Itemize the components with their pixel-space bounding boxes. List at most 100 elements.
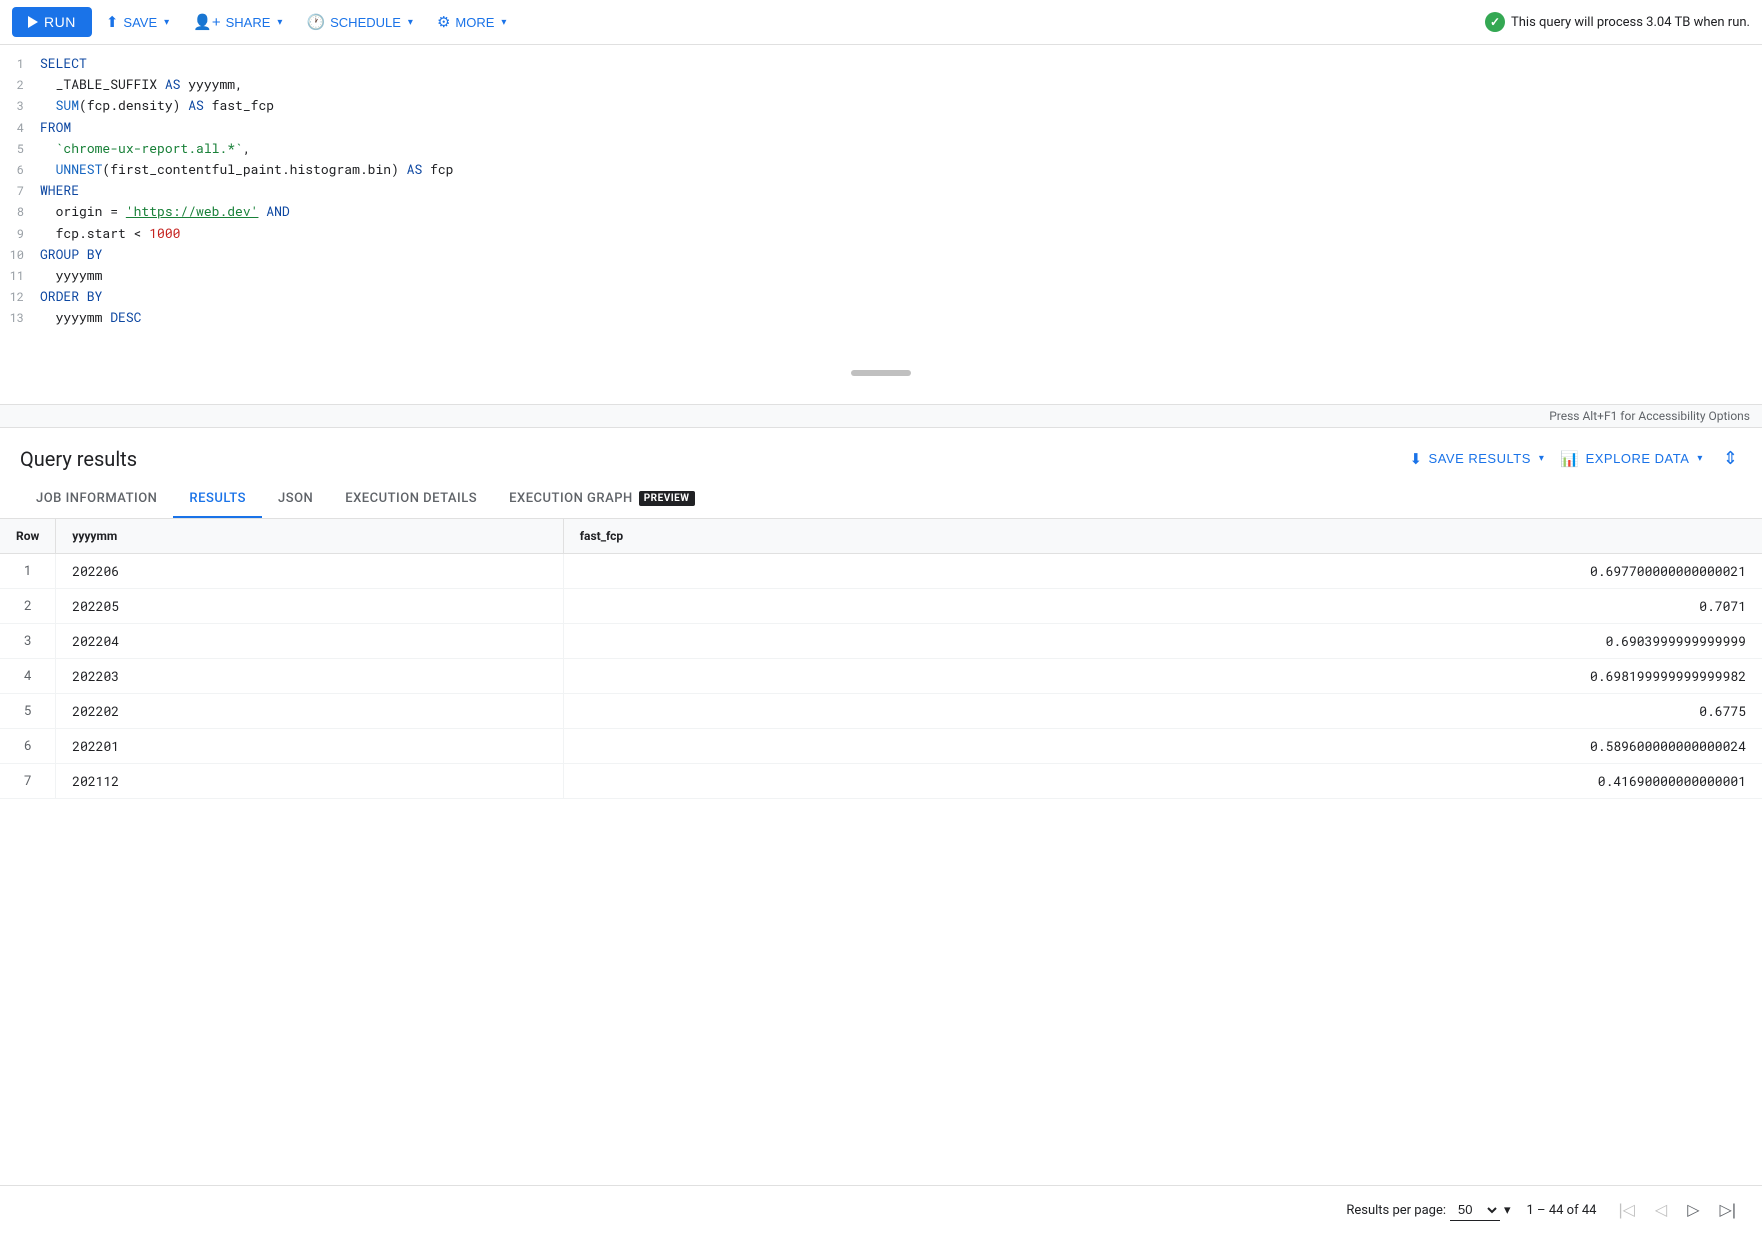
share-chevron-icon: ▾ [277, 17, 282, 28]
query-info: This query will process 3.04 TB when run… [1485, 12, 1750, 32]
editor-line: 13 yyyymm DESC [0, 307, 1762, 328]
cell-yyyymm: 202203 [56, 659, 563, 694]
save-results-label: SAVE RESULTS [1429, 451, 1531, 466]
line-content: _TABLE_SUFFIX AS yyyymm, [40, 74, 1762, 95]
results-actions: ⬇ SAVE RESULTS ▾ 📊 EXPLORE DATA ▾ ⇕ [1409, 444, 1742, 473]
editor-line: 3 SUM(fcp.density) AS fast_fcp [0, 95, 1762, 116]
tab-exec-details[interactable]: EXECUTION DETAILS [329, 481, 493, 518]
line-number: 8 [0, 203, 40, 222]
editor-line: 8 origin = 'https://web.dev' AND [0, 201, 1762, 222]
prev-page-button[interactable]: ◁ [1649, 1196, 1673, 1224]
page-range: 1 – 44 of 44 [1527, 1203, 1597, 1218]
schedule-button[interactable]: 🕐 SCHEDULE ▾ [296, 6, 423, 38]
line-content: `chrome-ux-report.all.*`, [40, 138, 1762, 159]
cell-fast-fcp: 0.41690000000000001 [563, 764, 1762, 799]
cell-fast-fcp: 0.7071 [563, 589, 1762, 624]
first-page-button[interactable]: |◁ [1612, 1196, 1640, 1224]
save-results-button[interactable]: ⬇ SAVE RESULTS ▾ [1409, 450, 1544, 468]
explore-data-button[interactable]: 📊 EXPLORE DATA ▾ [1560, 450, 1703, 468]
line-number: 6 [0, 161, 40, 180]
editor-line: 11 yyyymm [0, 265, 1762, 286]
cell-fast-fcp: 0.6775 [563, 694, 1762, 729]
editor-line: 9 fcp.start < 1000 [0, 223, 1762, 244]
cell-row-num: 7 [0, 764, 56, 799]
cell-row-num: 4 [0, 659, 56, 694]
cell-yyyymm: 202201 [56, 729, 563, 764]
cell-fast-fcp: 0.697700000000000021 [563, 554, 1762, 589]
share-icon: 👤+ [193, 13, 220, 31]
line-number: 11 [0, 267, 40, 286]
results-header: Query results ⬇ SAVE RESULTS ▾ 📊 EXPLORE… [0, 428, 1762, 481]
editor-line: 12ORDER BY [0, 286, 1762, 307]
save-button[interactable]: ⬆ SAVE ▾ [96, 6, 179, 38]
line-number: 1 [0, 55, 40, 74]
page-size-select: Results per page: 50 100 200 ▾ [1346, 1199, 1510, 1221]
accessibility-hint: Press Alt+F1 for Accessibility Options [1549, 409, 1750, 423]
line-number: 5 [0, 140, 40, 159]
line-content: yyyymm [40, 265, 1762, 286]
table-header: Rowyyyymmfast_fcp [0, 519, 1762, 554]
cell-yyyymm: 202204 [56, 624, 563, 659]
editor-line: 2 _TABLE_SUFFIX AS yyyymm, [0, 74, 1762, 95]
cell-row-num: 2 [0, 589, 56, 624]
preview-badge: PREVIEW [639, 491, 695, 506]
schedule-chevron-icon: ▾ [408, 17, 413, 28]
share-label: SHARE [226, 15, 271, 30]
line-content: fcp.start < 1000 [40, 223, 1762, 244]
last-page-button[interactable]: ▷| [1714, 1196, 1742, 1224]
explore-data-icon: 📊 [1560, 450, 1579, 468]
gear-icon: ⚙ [437, 13, 450, 31]
cell-yyyymm: 202205 [56, 589, 563, 624]
table-row: 22022050.7071 [0, 589, 1762, 624]
save-chevron-icon: ▾ [164, 17, 169, 28]
editor-line: 10GROUP BY [0, 244, 1762, 265]
line-content: GROUP BY [40, 244, 1762, 265]
table-row: 72021120.41690000000000001 [0, 764, 1762, 799]
check-circle-icon [1485, 12, 1505, 32]
expand-button[interactable]: ⇕ [1719, 444, 1742, 473]
line-content: yyyymm DESC [40, 307, 1762, 328]
results-title: Query results [20, 447, 137, 471]
more-chevron-icon: ▾ [501, 17, 506, 28]
line-content: FROM [40, 117, 1762, 138]
save-results-icon: ⬇ [1409, 450, 1422, 468]
tab-exec-graph[interactable]: EXECUTION GRAPHPREVIEW [493, 481, 710, 518]
cell-fast-fcp: 0.698199999999999982 [563, 659, 1762, 694]
page-nav: |◁ ◁ ▷ ▷| [1612, 1196, 1742, 1224]
save-label: SAVE [123, 15, 157, 30]
line-number: 2 [0, 76, 40, 95]
cell-yyyymm: 202202 [56, 694, 563, 729]
code-editor[interactable]: 1SELECT2 _TABLE_SUFFIX AS yyyymm,3 SUM(f… [0, 45, 1762, 405]
schedule-label: SCHEDULE [330, 15, 401, 30]
table-body: 12022060.69770000000000002122022050.7071… [0, 554, 1762, 799]
horizontal-scrollbar[interactable] [851, 370, 911, 376]
editor-footer: Press Alt+F1 for Accessibility Options [0, 405, 1762, 428]
save-icon: ⬆ [106, 13, 119, 31]
editor-line: 5 `chrome-ux-report.all.*`, [0, 138, 1762, 159]
cell-yyyymm: 202112 [56, 764, 563, 799]
share-button[interactable]: 👤+ SHARE ▾ [183, 6, 292, 38]
tab-job-info[interactable]: JOB INFORMATION [20, 481, 173, 518]
more-button[interactable]: ⚙ MORE ▾ [427, 6, 516, 38]
line-content: WHERE [40, 180, 1762, 201]
cell-row-num: 5 [0, 694, 56, 729]
cell-fast-fcp: 0.589600000000000024 [563, 729, 1762, 764]
table-row: 52022020.6775 [0, 694, 1762, 729]
editor-line: 6 UNNEST(first_contentful_paint.histogra… [0, 159, 1762, 180]
cell-yyyymm: 202206 [56, 554, 563, 589]
table-row: 12022060.697700000000000021 [0, 554, 1762, 589]
tab-results[interactable]: RESULTS [173, 481, 262, 518]
cell-row-num: 6 [0, 729, 56, 764]
page-size-dropdown[interactable]: 50 100 200 [1450, 1199, 1500, 1221]
line-number: 3 [0, 97, 40, 116]
tab-json[interactable]: JSON [262, 481, 329, 518]
line-content: origin = 'https://web.dev' AND [40, 201, 1762, 222]
run-button[interactable]: RUN [12, 7, 92, 37]
results-per-page-label: Results per page: [1346, 1203, 1446, 1218]
more-label: MORE [455, 15, 494, 30]
line-content: SUM(fcp.density) AS fast_fcp [40, 95, 1762, 116]
save-results-chevron-icon: ▾ [1539, 453, 1545, 464]
line-number: 4 [0, 119, 40, 138]
next-page-button[interactable]: ▷ [1681, 1196, 1705, 1224]
pagination: Results per page: 50 100 200 ▾ 1 – 44 of… [0, 1185, 1762, 1234]
